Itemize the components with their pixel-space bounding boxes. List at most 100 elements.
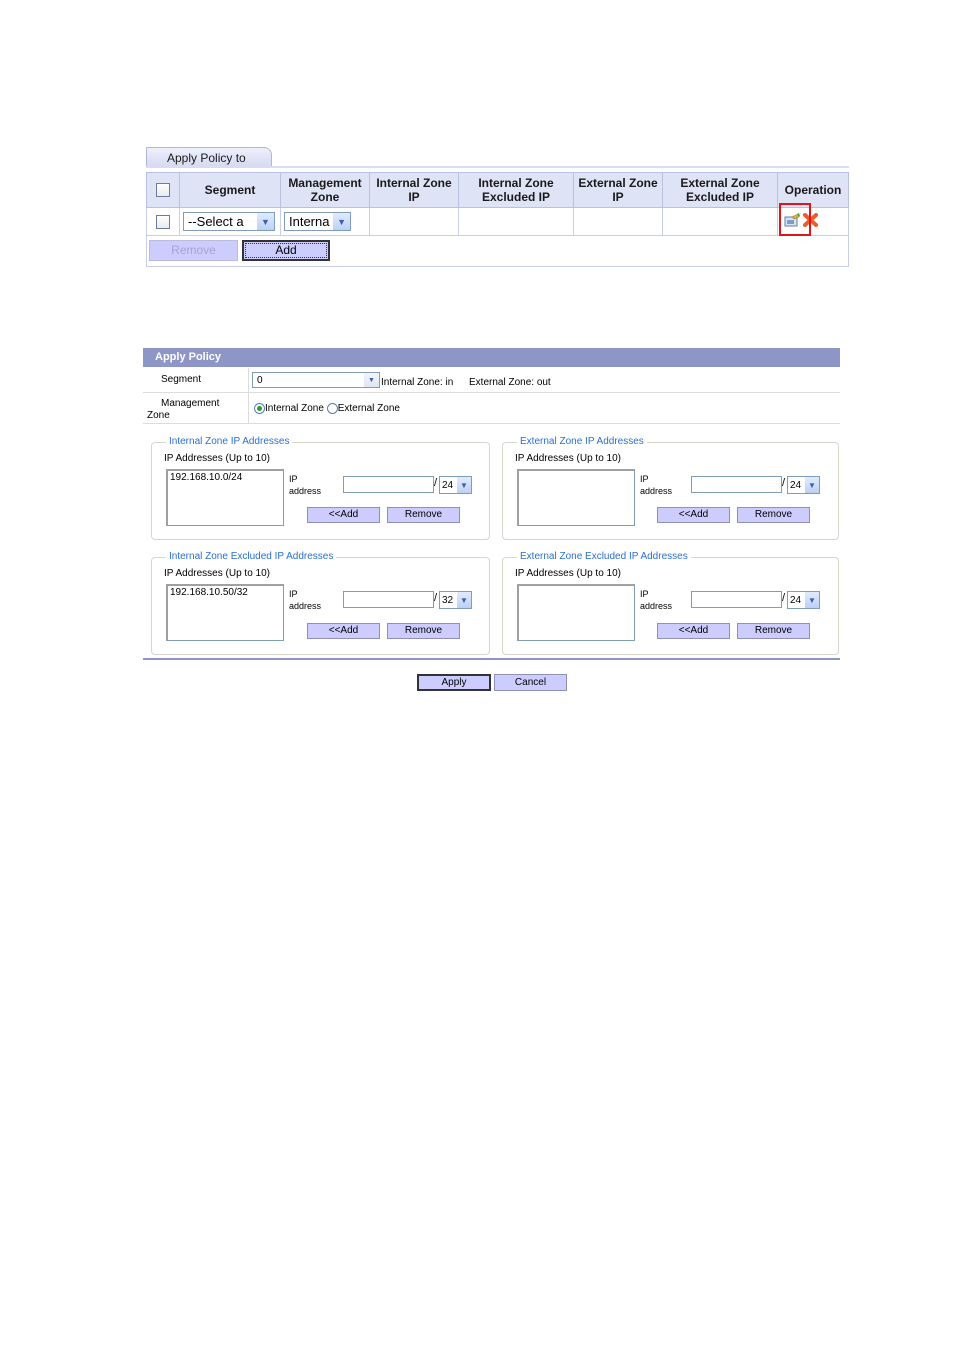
chevron-down-icon: ▼ xyxy=(457,592,471,608)
panel-bottom-border xyxy=(143,658,840,660)
segment-select[interactable]: --Select a ▼ xyxy=(183,212,275,231)
panel-title: Apply Policy xyxy=(143,348,840,367)
management-zone-label: Management Zone xyxy=(147,398,220,421)
mask-separator: / xyxy=(782,592,786,604)
remove-ip-button[interactable]: Remove xyxy=(737,507,810,523)
segment-row: Segment 0 ▼ Internal Zone: in External Zo… xyxy=(143,368,840,393)
tab-apply-policy-to[interactable]: Apply Policy to xyxy=(146,147,272,167)
ip-address-input[interactable] xyxy=(691,591,782,608)
column-header-management-zone: Management Zone xyxy=(280,172,370,208)
segment-hint-internal: Internal Zone: in xyxy=(381,377,454,388)
ip-address-list[interactable]: 192.168.10.50/32 xyxy=(166,584,284,641)
radio-external-zone[interactable] xyxy=(326,403,338,414)
mask-select[interactable]: 24 ▼ xyxy=(439,476,472,494)
tab-divider xyxy=(146,166,849,168)
management-zone-radio-group: Internal Zone External Zone xyxy=(254,403,400,414)
ip-address-label: IP address xyxy=(640,474,673,496)
policy-table: Segment Management Zone Internal Zone IP… xyxy=(146,172,849,236)
add-ip-button[interactable]: <<Add xyxy=(657,623,730,639)
ip-address-list[interactable]: 192.168.10.0/24 xyxy=(166,469,284,526)
segment-select-value: --Select a xyxy=(188,214,244,229)
table-row: --Select a ▼ Interna ▼ xyxy=(146,207,849,236)
segment-label: Segment xyxy=(161,374,202,385)
mask-select-value: 24 xyxy=(442,479,454,491)
remove-ip-button[interactable]: Remove xyxy=(387,623,460,639)
ip-address-list[interactable] xyxy=(517,469,635,526)
chevron-down-icon: ▼ xyxy=(457,477,471,493)
radio-external-zone-label: External Zone xyxy=(337,403,400,415)
highlight-box xyxy=(779,203,811,236)
group-legend: Internal Zone Excluded IP Addresses xyxy=(166,551,337,562)
mask-separator: / xyxy=(434,592,438,604)
column-header-external-zone-ip: External Zone IP xyxy=(573,172,663,208)
tab-label: Apply Policy to xyxy=(167,151,246,165)
remove-button[interactable]: Remove xyxy=(149,240,238,261)
ip-address-label: IP address xyxy=(640,589,673,611)
remove-ip-button[interactable]: Remove xyxy=(737,623,810,639)
segment-hint-external: External Zone: out xyxy=(469,377,551,388)
external-zone-excluded-ip-group: External Zone Excluded IP Addresses IP A… xyxy=(502,551,839,655)
ip-address-label: IP address xyxy=(289,474,322,496)
cancel-button[interactable]: Cancel xyxy=(494,674,567,691)
list-item[interactable]: 192.168.10.0/24 xyxy=(170,472,281,483)
ip-addresses-label: IP Addresses (Up to 10) xyxy=(164,568,270,579)
mask-select[interactable]: 32 ▼ xyxy=(439,591,472,609)
column-header-segment: Segment xyxy=(179,172,281,208)
ip-addresses-label: IP Addresses (Up to 10) xyxy=(515,453,621,464)
row-checkbox[interactable] xyxy=(156,214,170,229)
management-zone-cell: Interna ▼ xyxy=(280,207,370,236)
chevron-down-icon: ▼ xyxy=(257,213,274,230)
add-ip-button[interactable]: <<Add xyxy=(307,507,380,523)
management-zone-select-value: Interna xyxy=(289,214,330,229)
group-legend: External Zone IP Addresses xyxy=(517,436,647,447)
mask-select-value: 24 xyxy=(790,479,802,491)
management-zone-row: Management Zone Internal Zone External Z… xyxy=(143,393,840,424)
apply-button[interactable]: Apply xyxy=(417,674,491,691)
remove-ip-button[interactable]: Remove xyxy=(387,507,460,523)
column-header-external-zone-excluded-ip: External Zone Excluded IP xyxy=(662,172,778,208)
ip-addresses-label: IP Addresses (Up to 10) xyxy=(164,453,270,464)
row-select-cell xyxy=(146,207,180,236)
chevron-down-icon: ▼ xyxy=(805,592,819,608)
chevron-down-icon: ▼ xyxy=(364,373,379,387)
ip-address-label: IP address xyxy=(289,589,322,611)
management-zone-select[interactable]: Interna ▼ xyxy=(284,212,351,231)
ip-address-input[interactable] xyxy=(691,476,782,493)
external-zone-ip-cell xyxy=(573,207,663,236)
add-ip-button[interactable]: <<Add xyxy=(657,507,730,523)
column-header-internal-zone-ip: Internal Zone IP xyxy=(369,172,459,208)
internal-zone-excluded-ip-cell xyxy=(458,207,574,236)
table-header-row: Segment Management Zone Internal Zone IP… xyxy=(146,172,849,208)
radio-internal-zone-label: Internal Zone xyxy=(265,403,324,415)
ip-address-input[interactable] xyxy=(343,476,434,493)
internal-zone-ip-group: Internal Zone IP Addresses IP Addresses … xyxy=(151,436,490,540)
radio-internal-zone[interactable] xyxy=(254,403,265,414)
select-all-checkbox[interactable] xyxy=(156,183,170,198)
segment-select[interactable]: 0 ▼ xyxy=(252,372,380,388)
group-legend: External Zone Excluded IP Addresses xyxy=(517,551,691,562)
chevron-down-icon: ▼ xyxy=(333,213,350,230)
mask-select-value: 24 xyxy=(790,594,802,606)
add-button[interactable]: Add xyxy=(242,240,330,261)
chevron-down-icon: ▼ xyxy=(805,477,819,493)
column-header-internal-zone-excluded-ip: Internal Zone Excluded IP xyxy=(458,172,574,208)
select-all-header xyxy=(146,172,180,208)
ip-address-list[interactable] xyxy=(517,584,635,641)
external-zone-ip-group: External Zone IP Addresses IP Addresses … xyxy=(502,436,839,540)
segment-select-value: 0 xyxy=(257,374,263,386)
list-item[interactable]: 192.168.10.50/32 xyxy=(170,587,281,598)
mask-separator: / xyxy=(434,477,438,489)
external-zone-excluded-ip-cell xyxy=(662,207,778,236)
ip-address-input[interactable] xyxy=(343,591,434,608)
ip-addresses-label: IP Addresses (Up to 10) xyxy=(515,568,621,579)
mask-select[interactable]: 24 ▼ xyxy=(787,476,820,494)
mask-separator: / xyxy=(782,477,786,489)
group-legend: Internal Zone IP Addresses xyxy=(166,436,293,447)
internal-zone-excluded-ip-group: Internal Zone Excluded IP Addresses IP A… xyxy=(151,551,490,655)
management-zone-label-cell: Management Zone xyxy=(143,393,249,423)
add-ip-button[interactable]: <<Add xyxy=(307,623,380,639)
mask-select-value: 32 xyxy=(442,594,454,606)
mask-select[interactable]: 24 ▼ xyxy=(787,591,820,609)
segment-cell: --Select a ▼ xyxy=(179,207,281,236)
apply-policy-panel: Apply Policy xyxy=(143,348,840,367)
